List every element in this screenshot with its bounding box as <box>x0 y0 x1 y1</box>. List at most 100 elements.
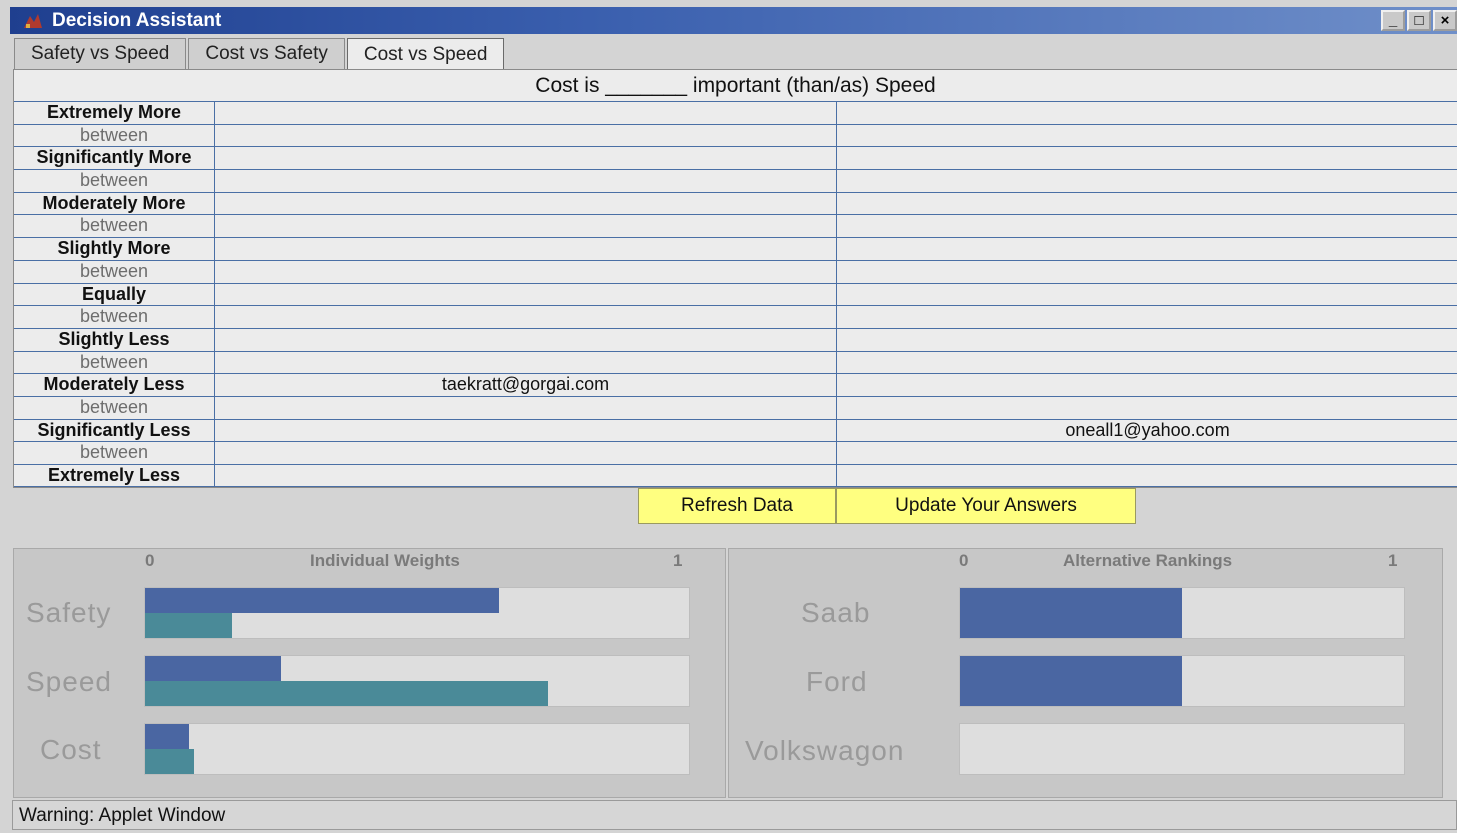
status-bar: Warning: Applet Window <box>12 800 1457 830</box>
answer-cell-right[interactable] <box>837 374 1457 396</box>
answer-cell-right[interactable] <box>837 193 1457 215</box>
tab-bar: Safety vs Speed Cost vs Safety Cost vs S… <box>14 38 506 70</box>
answer-cell-left[interactable] <box>215 215 837 238</box>
answer-cell-left[interactable] <box>215 396 837 419</box>
answer-cell-right[interactable] <box>837 284 1457 306</box>
title-bar: Decision Assistant _ □ × <box>10 7 1457 34</box>
weight-label-safety: Safety <box>26 597 112 628</box>
answer-cell-left[interactable] <box>215 124 837 147</box>
ranking-bar-ford <box>960 656 1182 706</box>
answer-cell-left[interactable] <box>215 170 837 192</box>
scale-label: Extremely More <box>14 102 215 124</box>
weight-bar-cost-secondary <box>145 749 194 774</box>
grid-row: Extremely More <box>14 101 1457 124</box>
ranking-bar-box-volkswagon <box>959 723 1405 775</box>
answer-cell-right[interactable] <box>837 170 1457 192</box>
answer-cell-left[interactable] <box>215 238 837 260</box>
scale-label: between <box>14 306 215 328</box>
weight-label-cost: Cost <box>40 734 102 765</box>
scale-label: between <box>14 442 215 464</box>
answer-cell-left[interactable]: taekratt@gorgai.com <box>215 374 837 396</box>
weight-bar-speed-primary <box>145 656 281 681</box>
grid-row: Slightly Less <box>14 327 1457 351</box>
individual-weights-panel: 0 Individual Weights 1 Safety Speed Cost <box>13 548 726 798</box>
scale-label: between <box>14 351 215 374</box>
answer-cell-right[interactable] <box>837 352 1457 374</box>
weights-axis-max: 1 <box>673 551 683 570</box>
grid-row: between <box>14 441 1457 464</box>
scale-label: between <box>14 124 215 147</box>
scale-label: Extremely Less <box>14 465 215 486</box>
grid-row: between <box>14 123 1457 147</box>
rankings-axis-max: 1 <box>1388 551 1398 570</box>
grid-row: between <box>14 169 1457 192</box>
tab-cost-vs-safety[interactable]: Cost vs Safety <box>188 38 345 69</box>
weight-bar-safety-secondary <box>145 613 232 638</box>
answer-cell-right[interactable]: oneall1@yahoo.com <box>837 420 1457 442</box>
tab-safety-vs-speed[interactable]: Safety vs Speed <box>14 38 187 69</box>
answer-cell-right[interactable] <box>837 306 1457 328</box>
scale-label: Significantly More <box>14 147 215 170</box>
update-answers-button[interactable]: Update Your Answers <box>836 488 1136 524</box>
scale-label: between <box>14 170 215 192</box>
window-controls: _ □ × <box>1381 10 1457 31</box>
window-title: Decision Assistant <box>52 9 222 31</box>
answer-cell-left[interactable] <box>215 306 837 328</box>
comparison-panel: Cost is _______ important (than/as) Spee… <box>13 69 1457 488</box>
tab-cost-vs-speed[interactable]: Cost vs Speed <box>346 38 505 70</box>
answer-cell-left[interactable] <box>215 419 837 442</box>
answer-cell-right[interactable] <box>837 102 1457 124</box>
weight-bar-safety-primary <box>145 588 499 613</box>
ranking-bar-box-saab <box>959 587 1405 639</box>
answer-cell-right[interactable] <box>837 261 1457 283</box>
ranking-label-ford: Ford <box>806 666 868 697</box>
grid-row: Significantly Less oneall1@yahoo.com <box>14 418 1457 442</box>
question-prefix: Cost is <box>535 74 606 97</box>
answer-cell-left[interactable] <box>215 102 837 124</box>
rankings-axis-min: 0 <box>959 551 969 570</box>
answer-cell-left[interactable] <box>215 283 837 306</box>
grid-row: between <box>14 395 1457 419</box>
app-icon <box>24 13 42 28</box>
close-button[interactable]: × <box>1433 10 1457 31</box>
answer-cell-right[interactable] <box>837 125 1457 147</box>
ranking-label-volkswagon: Volkswagon <box>745 735 905 766</box>
question-blank: _______ <box>605 74 688 97</box>
weights-title: Individual Weights <box>310 551 460 570</box>
weight-bar-cost-primary <box>145 724 189 749</box>
grid-row: between <box>14 214 1457 238</box>
scale-label: Slightly Less <box>14 328 215 351</box>
comparison-question: Cost is _______ important (than/as) Spee… <box>14 70 1457 102</box>
weights-axis-min: 0 <box>145 551 155 570</box>
scale-label: between <box>14 215 215 238</box>
grid-row: Significantly More <box>14 146 1457 170</box>
answer-cell-right[interactable] <box>837 329 1457 351</box>
refresh-data-button[interactable]: Refresh Data <box>638 488 836 524</box>
answer-cell-right[interactable] <box>837 147 1457 169</box>
maximize-button[interactable]: □ <box>1407 10 1431 31</box>
answer-cell-left[interactable] <box>215 442 837 464</box>
scale-label: between <box>14 396 215 419</box>
answer-cell-left[interactable] <box>215 147 837 170</box>
answer-cell-right[interactable] <box>837 397 1457 419</box>
scale-label: Moderately More <box>14 192 215 215</box>
grid-row: Extremely Less <box>14 464 1457 487</box>
answer-cell-right[interactable] <box>837 238 1457 260</box>
answer-cell-left[interactable] <box>215 260 837 283</box>
weight-bar-box-speed <box>144 655 690 707</box>
weight-bar-speed-secondary <box>145 681 548 706</box>
scale-label: Significantly Less <box>14 419 215 442</box>
question-suffix: important (than/as) Speed <box>687 74 936 97</box>
answer-cell-left[interactable] <box>215 328 837 351</box>
answer-cell-left[interactable] <box>215 351 837 374</box>
ranking-bar-box-ford <box>959 655 1405 707</box>
answer-cell-right[interactable] <box>837 442 1457 464</box>
answer-cell-left[interactable] <box>215 192 837 215</box>
grid-row: between <box>14 305 1457 328</box>
answer-cell-left[interactable] <box>215 465 837 486</box>
answer-cell-right[interactable] <box>837 215 1457 237</box>
ranking-bar-saab <box>960 588 1182 638</box>
grid-row: between <box>14 350 1457 374</box>
minimize-button[interactable]: _ <box>1381 10 1405 31</box>
answer-cell-right[interactable] <box>837 465 1457 486</box>
